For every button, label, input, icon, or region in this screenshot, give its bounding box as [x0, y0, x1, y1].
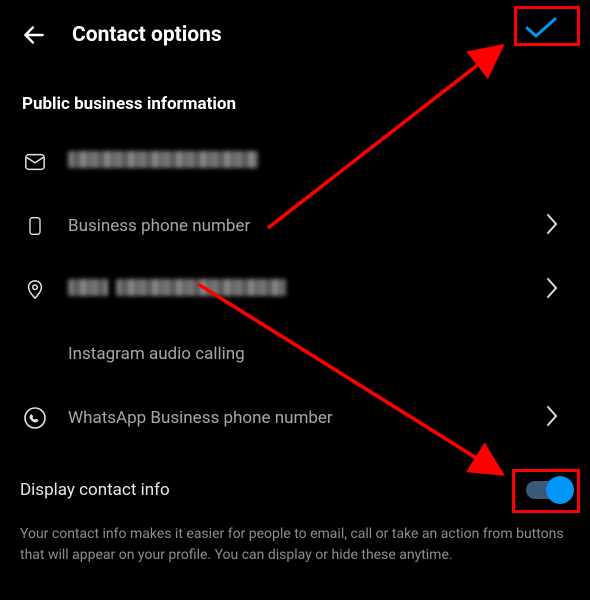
chevron-right-icon [546, 277, 558, 299]
whatsapp-icon [23, 406, 47, 430]
chevron-right-icon [546, 213, 558, 235]
row-business-phone[interactable]: Business phone number [20, 194, 570, 258]
row-instagram-audio[interactable]: Instagram audio calling [20, 322, 570, 386]
row-email[interactable] [20, 130, 570, 194]
address-value [68, 279, 546, 301]
location-pin-icon [24, 277, 46, 303]
business-phone-label: Business phone number [68, 216, 546, 236]
arrow-left-icon [21, 22, 47, 48]
back-button[interactable] [20, 21, 48, 49]
whatsapp-phone-label: WhatsApp Business phone number [68, 408, 546, 428]
confirm-button[interactable] [512, 12, 570, 44]
display-contact-info-row: Display contact info [20, 480, 570, 500]
section-title: Public business information [22, 94, 570, 114]
email-value [68, 151, 546, 173]
mail-icon [22, 151, 48, 173]
checkmark-icon [524, 16, 558, 40]
row-address[interactable] [20, 258, 570, 322]
display-contact-info-toggle[interactable] [526, 481, 570, 499]
phone-device-icon [25, 213, 45, 239]
instagram-audio-label: Instagram audio calling [68, 344, 546, 364]
row-whatsapp-phone[interactable]: WhatsApp Business phone number [20, 386, 570, 450]
chevron-right-icon [546, 405, 558, 427]
page-title: Contact options [72, 23, 222, 47]
display-contact-info-label: Display contact info [20, 480, 526, 500]
toggle-knob [546, 476, 574, 504]
description-text: Your contact info makes it easier for pe… [20, 524, 570, 566]
header: Contact options [20, 12, 570, 58]
